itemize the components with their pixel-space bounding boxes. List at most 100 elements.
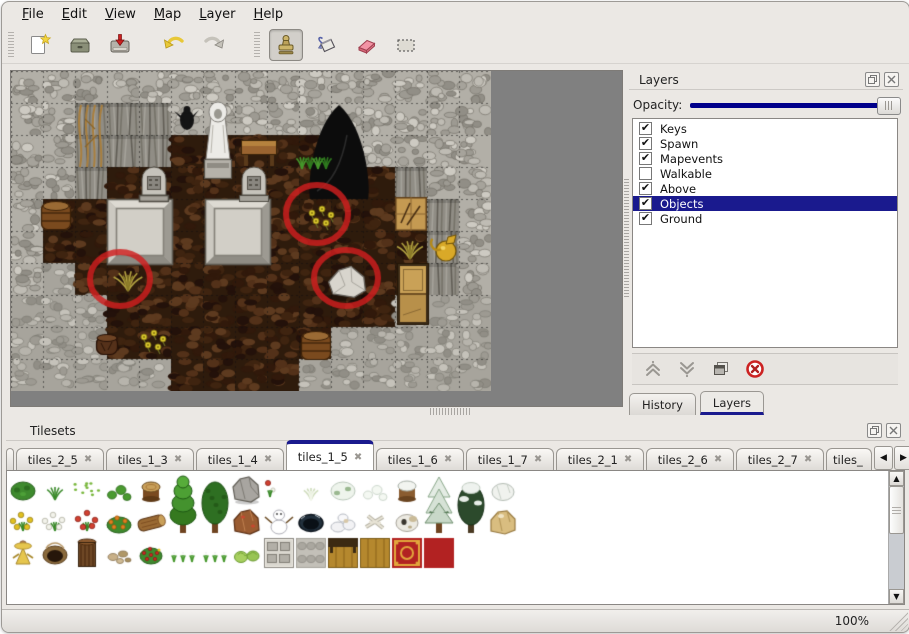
layer-row-mapevents[interactable]: ✔Mapevents xyxy=(633,151,897,166)
layer-visibility-checkbox[interactable]: ✔ xyxy=(639,122,652,135)
close-tab-icon[interactable]: ✖ xyxy=(354,452,362,463)
tilesets-panel: Tilesets tiles_2_5✖tiles_1_3✖tiles_1_4✖t… xyxy=(2,417,909,609)
close-tab-icon[interactable]: ✖ xyxy=(534,454,542,465)
tileset-tab-tiles_2_1[interactable]: tiles_2_1 ✖ xyxy=(556,448,644,470)
tileset-content: ▲ ▼ xyxy=(6,470,905,605)
close-tab-icon[interactable]: ✖ xyxy=(264,454,272,465)
tileset-tab-tiles_1_7[interactable]: tiles_1_7✖ xyxy=(466,448,554,470)
tileset-tab-tiles_1_4[interactable]: tiles_1_4 ✖ xyxy=(196,448,284,470)
tileset-tab-tiles_1_5[interactable]: tiles_1_5✖ xyxy=(286,440,374,470)
duplicate-layer-icon xyxy=(711,359,731,379)
float-panel-icon xyxy=(870,426,879,435)
layer-visibility-checkbox[interactable]: ✔ xyxy=(639,212,652,225)
layer-visibility-checkbox[interactable]: ✔ xyxy=(639,137,652,150)
opacity-label: Opacity: xyxy=(633,98,682,112)
layer-visibility-checkbox[interactable]: ✔ xyxy=(639,152,652,165)
tilesets-titlebar: Tilesets xyxy=(6,421,905,441)
layer-list[interactable]: ✔Keys✔Spawn✔MapeventsWalkable✔Above✔Obje… xyxy=(632,118,898,348)
layer-visibility-checkbox[interactable]: ✔ xyxy=(639,182,652,195)
tileset-canvas[interactable] xyxy=(7,471,877,604)
menu-help[interactable]: Help xyxy=(246,5,292,24)
redo-button[interactable] xyxy=(197,29,231,61)
paint-bucket-icon xyxy=(313,32,339,58)
float-tilesets-button[interactable] xyxy=(867,423,882,438)
delete-layer-icon xyxy=(745,359,765,379)
layer-name: Walkable xyxy=(660,167,712,181)
save-icon xyxy=(107,32,133,58)
scroll-down-button[interactable]: ▼ xyxy=(889,589,904,604)
menu-view[interactable]: View xyxy=(97,5,144,24)
menu-file[interactable]: File xyxy=(14,5,52,24)
tab-layers[interactable]: Layers xyxy=(700,391,764,415)
eraser-icon xyxy=(353,32,379,58)
float-panel-button[interactable] xyxy=(865,72,880,87)
tileset-tab-bar: tiles_2_5✖tiles_1_3✖tiles_1_4✖tiles_1_5✖… xyxy=(6,442,905,470)
menu-edit[interactable]: Edit xyxy=(54,5,95,24)
stamp-tool-button[interactable] xyxy=(269,29,303,61)
tileset-tab-tiles_1_3[interactable]: tiles_1_3✖ xyxy=(106,448,194,470)
scrollbar-thumb[interactable] xyxy=(889,486,904,534)
map-canvas[interactable] xyxy=(11,71,491,391)
tileset-tab-label: tiles_2_1 xyxy=(568,453,618,467)
tileset-tab-label: tiles_2_5 xyxy=(28,453,78,467)
close-tab-icon[interactable]: ✖ xyxy=(444,454,452,465)
scroll-up-button[interactable]: ▲ xyxy=(889,471,904,486)
tileset-tab-tiles[interactable]: tiles_ xyxy=(826,448,872,470)
tileset-tab-tiles_1_6[interactable]: tiles_1_6✖ xyxy=(376,448,464,470)
duplicate-layer-button[interactable] xyxy=(710,358,732,380)
layer-row-spawn[interactable]: ✔Spawn xyxy=(633,136,897,151)
map-editor-window: File Edit View Map Layer Help xyxy=(1,1,909,633)
select-rectangle-icon xyxy=(393,32,419,58)
close-tilesets-button[interactable] xyxy=(886,423,901,438)
tileset-tab-label: tiles_2_7 xyxy=(748,453,798,467)
eraser-tool-button[interactable] xyxy=(349,29,383,61)
move-layer-down-icon xyxy=(677,359,697,379)
move-layer-up-button[interactable] xyxy=(642,358,664,380)
save-button[interactable] xyxy=(103,29,137,61)
toolbar-grip[interactable] xyxy=(8,32,14,58)
layer-row-ground[interactable]: ✔ Ground xyxy=(633,211,897,226)
select-tool-button[interactable] xyxy=(389,29,423,61)
open-button[interactable] xyxy=(63,29,97,61)
tileset-tab-partial-left[interactable] xyxy=(6,448,14,470)
close-tab-icon[interactable]: ✖ xyxy=(804,454,812,465)
layer-row-walkable[interactable]: Walkable xyxy=(633,166,897,181)
close-tab-icon[interactable]: ✖ xyxy=(84,454,92,465)
map-viewport[interactable] xyxy=(10,70,623,407)
close-panel-button[interactable] xyxy=(884,72,899,87)
tab-scroll-left-button[interactable]: ◀ xyxy=(874,446,893,470)
new-file-button[interactable] xyxy=(23,29,57,61)
tileset-tab-tiles_2_7[interactable]: tiles_2_7 ✖ xyxy=(736,448,824,470)
toolbar-grip[interactable] xyxy=(254,32,260,58)
menu-map[interactable]: Map xyxy=(146,5,189,24)
undo-icon xyxy=(161,32,187,58)
close-tab-icon[interactable]: ✖ xyxy=(174,454,182,465)
delete-layer-button[interactable] xyxy=(744,358,766,380)
tilesets-title: Tilesets xyxy=(30,424,867,438)
fill-tool-button[interactable] xyxy=(309,29,343,61)
close-tab-icon[interactable]: ✖ xyxy=(714,454,722,465)
layer-visibility-checkbox[interactable] xyxy=(639,167,652,180)
menu-layer[interactable]: Layer xyxy=(191,5,243,24)
layer-name: Ground xyxy=(660,212,702,226)
dock-tab-bar: History Layers xyxy=(629,389,903,415)
tileset-tab-tiles_2_5[interactable]: tiles_2_5 ✖ xyxy=(16,448,104,470)
opacity-slider-handle[interactable] xyxy=(877,97,901,115)
new-file-icon xyxy=(27,32,53,58)
undo-button[interactable] xyxy=(157,29,191,61)
open-folder-icon xyxy=(67,32,93,58)
move-layer-down-button[interactable] xyxy=(676,358,698,380)
tileset-scrollbar[interactable]: ▲ ▼ xyxy=(888,471,904,604)
tileset-tab-label: tiles_1_4 xyxy=(208,453,258,467)
tileset-tab-tiles_2_6[interactable]: tiles_2_6✖ xyxy=(646,448,734,470)
horizontal-splitter[interactable] xyxy=(430,408,470,415)
tab-scroll-right-button[interactable]: ▶ xyxy=(894,446,909,470)
status-bar: 100% xyxy=(2,609,909,632)
close-tab-icon[interactable]: ✖ xyxy=(624,454,632,465)
layer-row-objects[interactable]: ✔Objects xyxy=(633,196,897,211)
layer-row-keys[interactable]: ✔Keys xyxy=(633,121,897,136)
layer-row-above[interactable]: ✔Above xyxy=(633,181,897,196)
opacity-slider[interactable] xyxy=(690,103,899,108)
tab-history[interactable]: History xyxy=(629,393,696,415)
layer-visibility-checkbox[interactable]: ✔ xyxy=(639,197,652,210)
